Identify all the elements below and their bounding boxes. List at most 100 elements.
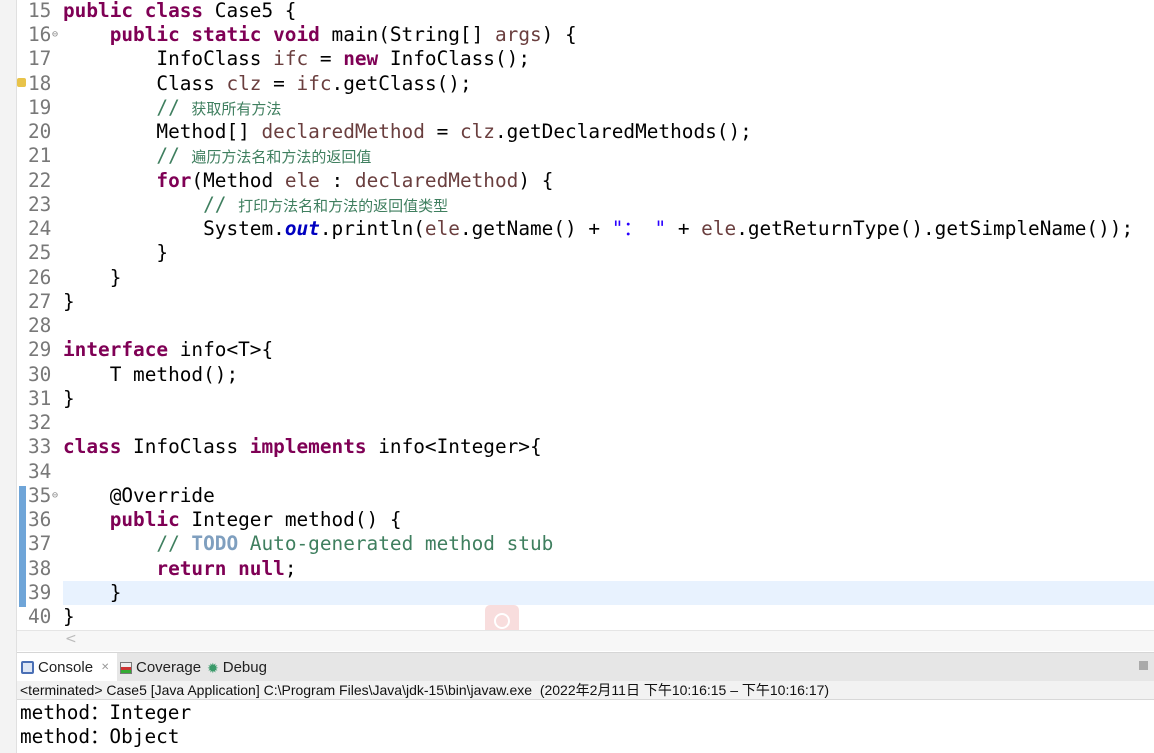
code-token: public [63, 508, 192, 532]
code-token: } [63, 605, 75, 628]
code-token: out [284, 217, 320, 241]
line-number: 28 [28, 314, 52, 338]
code-text: } [63, 265, 122, 290]
console-tab-bar: Console ✕ Coverage ✹ Debug [17, 652, 1154, 682]
code-line[interactable]: 22 for(Method ele : declaredMethod) { [17, 169, 1154, 193]
tab-coverage[interactable]: Coverage [120, 653, 201, 682]
code-text: public class Case5 { [63, 0, 297, 23]
line-number: 21 [28, 144, 52, 168]
fold-toggle-icon[interactable]: ⊖ [52, 23, 58, 47]
code-text: } [63, 581, 122, 605]
code-text: // TODO Auto-generated method stub [63, 532, 553, 556]
code-line[interactable]: 40} [17, 605, 1154, 629]
code-line[interactable]: 33 class InfoClass implements info<Intege… [17, 435, 1154, 459]
code-text: @Override [63, 484, 215, 508]
line-number: 17 [28, 47, 52, 71]
line-number: 18 [28, 71, 52, 95]
coverage-icon [120, 661, 132, 674]
code-line[interactable]: 35 ⊖ @Override [17, 484, 1154, 508]
code-line[interactable]: 31} [17, 387, 1154, 411]
scroll-left-icon[interactable]: < [65, 631, 77, 647]
code-line[interactable]: 25 } [17, 241, 1154, 265]
code-text: Method[] declaredMethod = clz.getDeclare… [63, 120, 751, 144]
close-icon[interactable]: ✕ [101, 653, 109, 683]
code-line[interactable]: 38 return null; [17, 557, 1154, 581]
code-token: 获取所有方法 [191, 99, 282, 118]
code-token: Auto-generated method stub [238, 532, 554, 556]
fold-toggle-icon[interactable]: ⊖ [52, 484, 58, 508]
code-line[interactable]: 15 public class Case5 { [17, 0, 1154, 23]
tab-debug[interactable]: ✹ Debug [207, 653, 267, 682]
code-line[interactable]: 37 // TODO Auto-generated method stub [17, 532, 1154, 556]
code-token: : [319, 168, 355, 192]
code-text: interface info<T>{ [63, 338, 273, 362]
horizontal-scrollbar[interactable]: < [17, 630, 1154, 651]
code-text: InfoClass ifc = new InfoClass(); [63, 47, 530, 71]
line-number: 23 [28, 192, 52, 216]
code-token: 打印方法名和方法的返回值类型 [238, 196, 449, 215]
line-number: 36 [28, 508, 52, 532]
code-token: ; [284, 556, 297, 580]
code-token: } [63, 265, 122, 289]
code-text: } [63, 241, 168, 265]
code-line[interactable]: 18 Class clz = ifc.getClass(); [17, 72, 1154, 96]
code-token: ele [284, 168, 320, 192]
code-editor[interactable]: 15 public class Case5 {16 ⊖ public static … [17, 0, 1154, 630]
code-line[interactable]: 29 interface info<T>{ [17, 338, 1154, 362]
code-line[interactable]: 23 // 打印方法名和方法的返回值类型 [17, 193, 1154, 217]
code-token: Case5 { [214, 0, 297, 22]
code-text: System.out.println(ele.getName() + "： " … [63, 217, 1133, 241]
output-line: method：Integer [20, 701, 192, 724]
code-token: main(String[] [331, 23, 495, 47]
code-token: "： " [611, 217, 667, 241]
code-text: // 遍历方法名和方法的返回值 [63, 144, 371, 169]
line-number: 30 [28, 362, 52, 386]
code-line[interactable]: 28 [17, 314, 1154, 338]
console-output[interactable]: method：Integer method：Object [17, 700, 1154, 748]
code-token: declaredMethod [354, 168, 519, 192]
code-line[interactable]: 21 // 遍历方法名和方法的返回值 [17, 144, 1154, 168]
code-token: (Method [191, 168, 285, 192]
line-number: 40 [28, 605, 52, 628]
code-line[interactable]: 24 System.out.println(ele.getName() + "：… [17, 217, 1154, 241]
line-number: 25 [28, 241, 52, 265]
code-token: InfoClass(); [389, 47, 530, 71]
code-token: .getReturnType().getSimpleName()); [736, 217, 1134, 241]
minimize-icon[interactable] [1139, 661, 1148, 670]
code-text: class InfoClass implements info<Integer>… [63, 435, 542, 459]
code-line[interactable]: 17 InfoClass ifc = new InfoClass(); [17, 47, 1154, 71]
code-token: clz [459, 120, 495, 144]
code-token: args [494, 23, 542, 47]
line-number: 35 [28, 483, 52, 507]
code-line[interactable]: 16 ⊖ public static void main(String[] arg… [17, 23, 1154, 47]
code-line[interactable]: 36 public Integer method() { [17, 508, 1154, 532]
code-text: } [63, 290, 75, 314]
code-token: clz [226, 71, 262, 95]
code-token: ifc [296, 71, 332, 95]
line-number: 29 [28, 338, 52, 362]
code-token: = [308, 47, 344, 71]
code-line[interactable]: 20 Method[] declaredMethod = clz.getDecl… [17, 120, 1154, 144]
code-line[interactable]: 19 // 获取所有方法 [17, 96, 1154, 120]
code-line[interactable]: 30 T method(); [17, 363, 1154, 387]
tab-label: Coverage [136, 658, 202, 676]
code-token: } [63, 241, 169, 265]
code-line[interactable]: 27} [17, 290, 1154, 314]
line-number: 37 [28, 532, 52, 556]
tab-console[interactable]: Console ✕ [17, 653, 118, 683]
code-token: .println( [319, 217, 425, 241]
code-line[interactable]: 32 [17, 411, 1154, 435]
code-line[interactable]: 39 } [28, 580, 1154, 605]
line-number: 24 [28, 217, 52, 241]
debug-icon: ✹ [207, 659, 219, 676]
code-line[interactable]: 34 [17, 460, 1154, 484]
code-token: .getClass(); [331, 71, 472, 95]
code-token: public static void [63, 23, 332, 47]
warning-icon[interactable] [17, 77, 26, 87]
code-token: // [63, 532, 192, 556]
code-line[interactable]: 26 } [17, 266, 1154, 290]
code-token: // [63, 144, 192, 168]
code-token: = [424, 120, 460, 144]
code-token: Integer method() { [191, 508, 402, 532]
line-number: 34 [28, 459, 52, 483]
